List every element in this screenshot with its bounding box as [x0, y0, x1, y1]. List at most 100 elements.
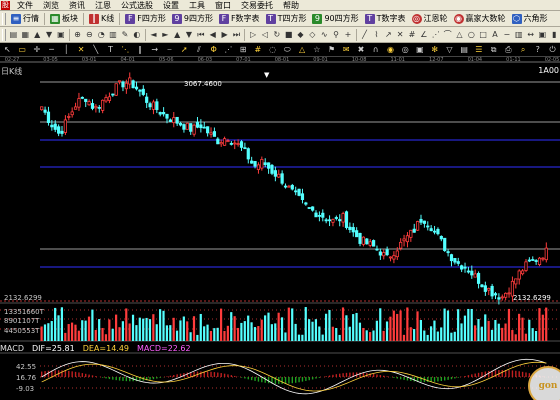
triangle-tool-icon[interactable]: △ — [296, 44, 309, 56]
period-up-icon[interactable]: ▲ — [32, 29, 42, 41]
bars-icon[interactable]: ▮ — [549, 29, 559, 41]
calendar-icon[interactable]: ▥ — [108, 29, 118, 41]
fan-icon[interactable]: ⋰ — [431, 29, 441, 41]
wide-icon[interactable]: ↔ — [526, 29, 536, 41]
trend-icon[interactable]: ↗ — [383, 29, 393, 41]
filter-icon[interactable]: ▽ — [443, 44, 456, 56]
big-wheel-button[interactable]: ◉ 赢家大数轮 — [451, 12, 509, 26]
gann-box-icon[interactable]: ⊞ — [237, 44, 250, 56]
period-down-icon[interactable]: ▼ — [44, 29, 54, 41]
exit-icon[interactable]: ⏻ — [546, 44, 559, 56]
period-icon[interactable]: ◔ — [96, 29, 106, 41]
time-square-button[interactable]: T T四方形 — [263, 12, 310, 26]
box-icon[interactable]: □ — [478, 29, 488, 41]
flag-icon[interactable]: ⚑ — [325, 44, 338, 56]
wave-icon[interactable]: ∿ — [319, 29, 329, 41]
parallel-icon[interactable]: ∥ — [134, 44, 147, 56]
tnum-table-button[interactable]: T T数字表 — [362, 12, 409, 26]
back-icon[interactable]: ◁ — [260, 29, 270, 41]
lock2-icon[interactable]: ▣ — [414, 44, 427, 56]
print-icon[interactable]: ⎙ — [502, 44, 515, 56]
sector-button[interactable]: ▦ 板块 — [47, 12, 81, 26]
diamond2-icon[interactable]: ◇ — [307, 29, 317, 41]
arrow-tool-icon[interactable]: ➚ — [178, 44, 191, 56]
diamond-icon[interactable]: ◆ — [296, 29, 306, 41]
eye-icon[interactable]: ◉ — [384, 44, 397, 56]
square9-button[interactable]: 9 9四方形 — [169, 12, 216, 26]
menu-formula[interactable]: 公式选股 — [116, 0, 158, 11]
arc-icon[interactable]: ⌒ — [443, 29, 453, 41]
next-icon[interactable]: ▶ — [220, 29, 230, 41]
star-icon[interactable]: ☆ — [310, 44, 323, 56]
cross-icon[interactable]: ✕ — [395, 29, 405, 41]
xline-icon[interactable]: ✕ — [75, 44, 88, 56]
menu-file[interactable]: 文件 — [12, 0, 38, 11]
menu-gann[interactable]: 江恩 — [90, 0, 116, 11]
line-tool-icon[interactable]: ╱ — [360, 29, 370, 41]
menu-info[interactable]: 资讯 — [64, 0, 90, 11]
menu-help[interactable]: 帮助 — [278, 0, 304, 11]
menu-browse[interactable]: 浏览 — [38, 0, 64, 11]
chart-window-icon[interactable]: ▣ — [56, 29, 66, 41]
square90-button[interactable]: 9 90四方形 — [309, 12, 361, 26]
speed-line-icon[interactable]: ⋱ — [119, 44, 132, 56]
hexagon-button[interactable]: ⬡ 六角形 — [509, 12, 551, 26]
fib-icon[interactable]: Φ — [207, 44, 220, 56]
list-icon[interactable]: ☰ — [473, 44, 486, 56]
gann-grid-icon[interactable]: # — [251, 44, 264, 56]
stock-app-icon[interactable]: 股 — [1, 0, 10, 10]
fnum-table-button[interactable]: F F数字表 — [216, 12, 263, 26]
circle-icon[interactable]: ○ — [466, 29, 476, 41]
refresh-icon[interactable]: ↻ — [272, 29, 282, 41]
hline-icon[interactable]: ─ — [45, 44, 58, 56]
gann-fan-icon[interactable]: ⋰ — [222, 44, 235, 56]
toolbar-grip[interactable] — [2, 28, 6, 41]
text-icon[interactable]: A — [490, 29, 500, 41]
arrow-right-icon[interactable]: ► — [160, 29, 170, 41]
crosshair-icon[interactable]: ✛ — [30, 44, 43, 56]
cycle-icon[interactable]: ◌ — [266, 44, 279, 56]
polyline-icon[interactable]: ⌇ — [372, 29, 382, 41]
arrow-up-icon[interactable]: ▲ — [172, 29, 182, 41]
prev-icon[interactable]: ◀ — [208, 29, 218, 41]
rectangle-icon[interactable]: ▭ — [16, 44, 29, 56]
gann-wheel-button[interactable]: ◎ 江恩轮 — [409, 12, 451, 26]
segment-icon[interactable]: ⎯ — [163, 44, 176, 56]
help-icon[interactable]: ? — [531, 44, 544, 56]
first-icon[interactable]: ⏮ — [196, 29, 206, 41]
search-icon[interactable]: ⌕ — [517, 44, 530, 56]
triangle-icon[interactable]: △ — [455, 29, 465, 41]
add-icon[interactable]: + — [343, 29, 353, 41]
kline-chart-area[interactable]: 02-27 03-05 03-01 04-01 05-06 06-03 07-01 08-01… — [0, 57, 560, 400]
arrow-down-icon[interactable]: ▼ — [184, 29, 194, 41]
hide-icon[interactable]: ◎ — [399, 44, 412, 56]
ellipse-icon[interactable]: ⬭ — [281, 44, 294, 56]
zoom-in-icon[interactable]: ⊕ — [73, 29, 83, 41]
channel-icon[interactable]: ⫽ — [193, 44, 206, 56]
zoom-out-icon[interactable]: ⊖ — [84, 29, 94, 41]
kline-button[interactable]: ┃ K线 — [86, 12, 117, 26]
lock-icon[interactable]: ▣ — [538, 29, 548, 41]
menu-tools[interactable]: 工具 — [184, 0, 210, 11]
vline-icon[interactable]: │ — [60, 44, 73, 56]
bar-chart-icon[interactable]: ▤ — [9, 29, 19, 41]
pointer-icon[interactable]: ↖ — [1, 44, 14, 56]
color-icon[interactable]: ◐ — [132, 29, 142, 41]
draw-line-icon[interactable]: ✎ — [120, 29, 130, 41]
text-tool-icon[interactable]: T — [104, 44, 117, 56]
copy-icon[interactable]: ⧉ — [487, 44, 500, 56]
grid-icon[interactable]: ▦ — [20, 29, 30, 41]
pin-icon[interactable]: ⚲ — [331, 29, 341, 41]
menu-window[interactable]: 窗口 — [210, 0, 236, 11]
menu-settings[interactable]: 设置 — [158, 0, 184, 11]
stop-icon[interactable]: ■ — [284, 29, 294, 41]
sline-icon[interactable]: ╲ — [89, 44, 102, 56]
note-icon[interactable]: ✉ — [340, 44, 353, 56]
magnet-icon[interactable]: ∩ — [369, 44, 382, 56]
ray-icon[interactable]: → — [148, 44, 161, 56]
delete-icon[interactable]: ✖ — [355, 44, 368, 56]
toolbar-grip[interactable] — [2, 12, 6, 25]
play-icon[interactable]: ▷ — [248, 29, 258, 41]
quote-list-button[interactable]: ≡ 行情 — [8, 12, 42, 26]
last-icon[interactable]: ⏭ — [232, 29, 242, 41]
